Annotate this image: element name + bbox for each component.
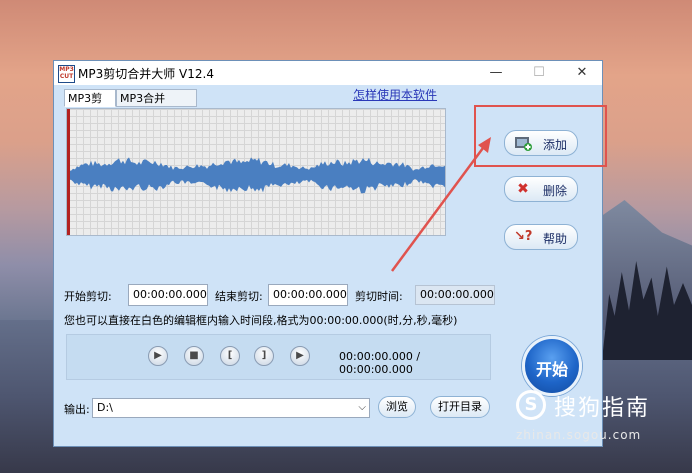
watermark-title: 搜狗指南 <box>554 396 651 421</box>
sogou-logo-icon: S <box>516 390 546 420</box>
watermark-url: zhinan.sogou.com <box>516 428 642 442</box>
